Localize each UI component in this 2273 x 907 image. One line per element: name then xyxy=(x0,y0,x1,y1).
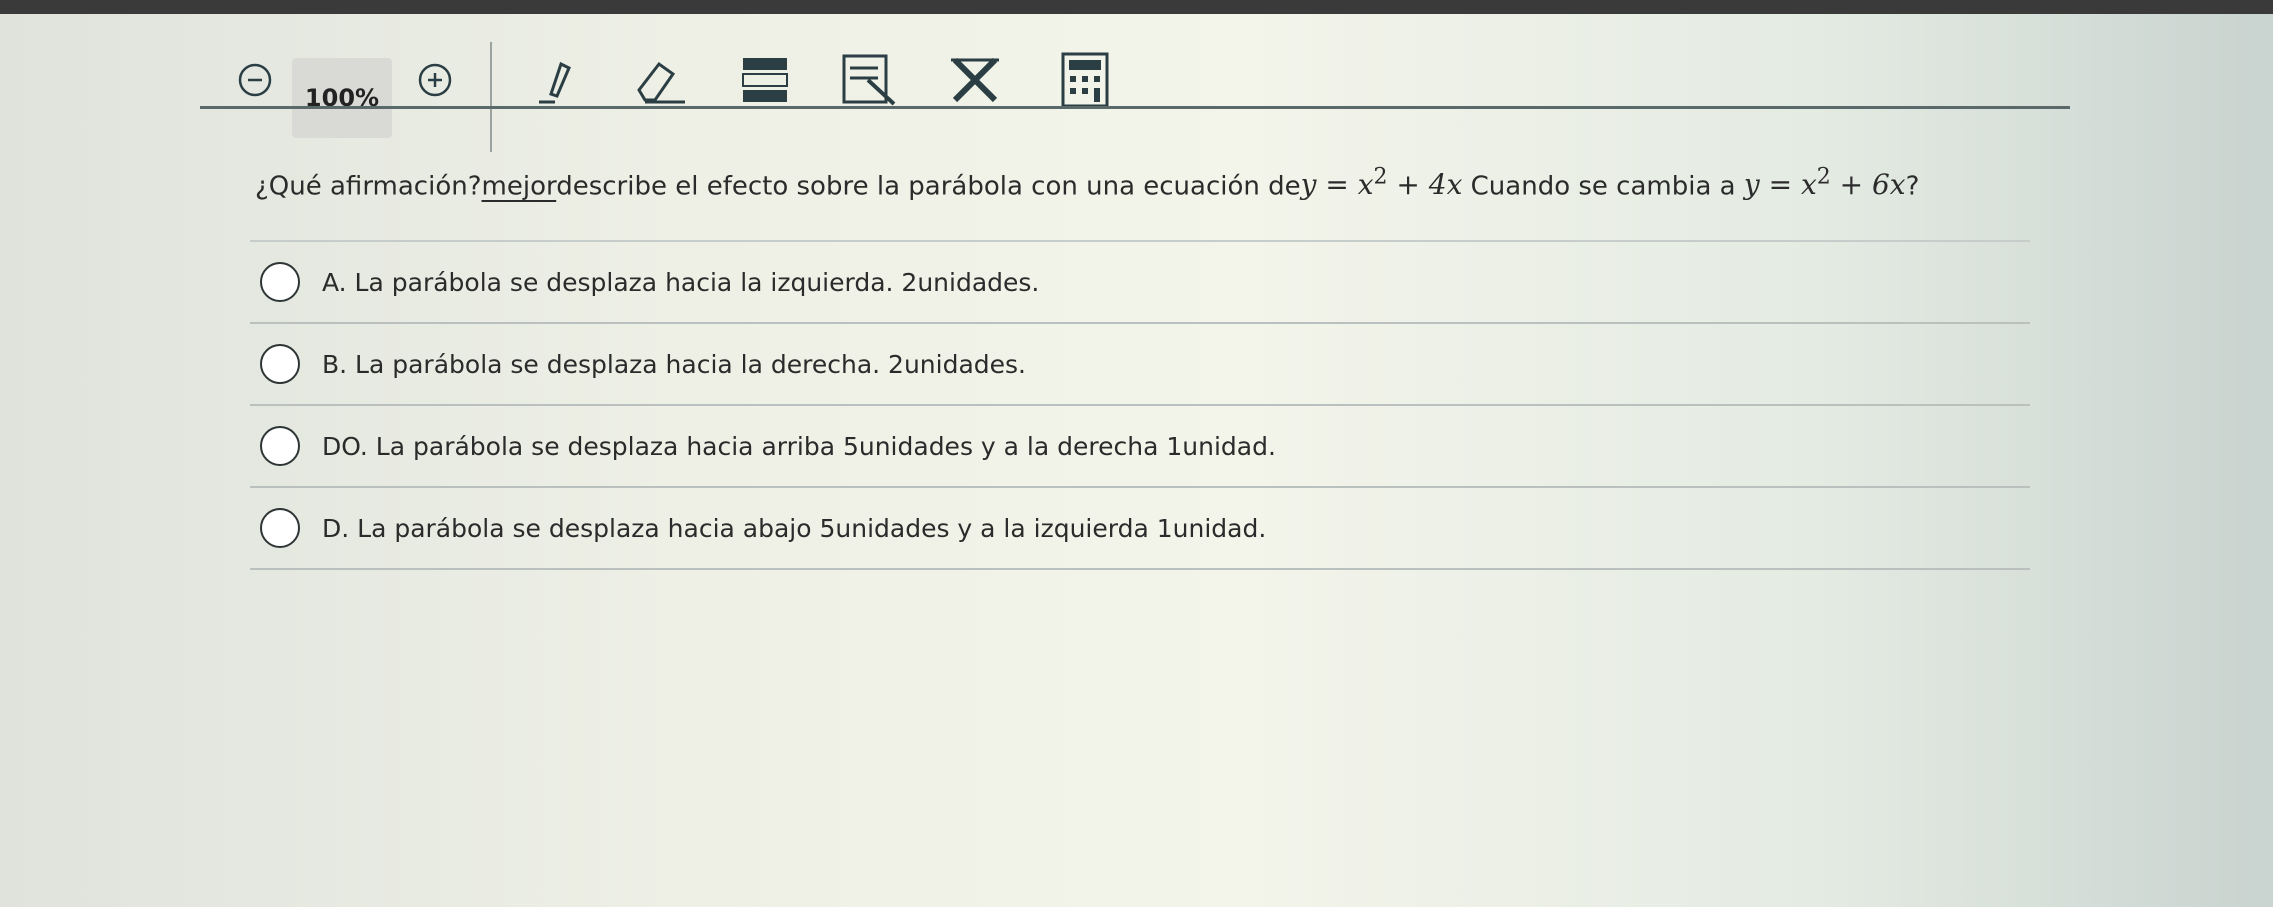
question-part2: mejor xyxy=(481,171,557,202)
pencil-button[interactable] xyxy=(520,30,590,130)
toolbar-separator xyxy=(490,42,492,152)
answer-option-label: B. La parábola se desplaza hacia la dere… xyxy=(322,349,1027,379)
radio-button[interactable] xyxy=(260,508,300,548)
question-part4: Cuando se cambia a xyxy=(1462,171,1736,202)
question-part3: describe el efecto sobre la parábola con… xyxy=(556,171,1301,202)
equation-1-tail: + 4x xyxy=(1387,168,1463,202)
question-text: ¿Qué afirmación?mejordescribe el efecto … xyxy=(255,165,2155,201)
answer-option-a[interactable]: A. La parábola se desplaza hacia la izqu… xyxy=(250,240,2030,324)
eraser-button[interactable] xyxy=(620,30,700,130)
answer-options: A. La parábola se desplaza hacia la izqu… xyxy=(250,240,2030,570)
zoom-level: 100% xyxy=(292,58,392,138)
answer-option-c[interactable]: DO. La parábola se desplaza hacia arriba… xyxy=(250,406,2030,488)
equation-2-exponent: 2 xyxy=(1816,165,1831,190)
answer-option-label: DO. La parábola se desplaza hacia arriba… xyxy=(322,431,1276,461)
equation-1-exponent: 2 xyxy=(1373,165,1388,190)
question-end: ? xyxy=(1905,171,1920,202)
answer-option-label: D. La parábola se desplaza hacia abajo 5… xyxy=(322,513,1267,543)
calculator-button[interactable] xyxy=(1050,30,1120,130)
cross-out-button[interactable] xyxy=(940,30,1010,130)
equation-2-base: y = x xyxy=(1743,168,1817,202)
equation-1-base: y = x xyxy=(1300,168,1374,202)
question-part1: ¿Qué afirmación? xyxy=(255,171,482,202)
equation-2-tail: + 6x xyxy=(1830,168,1906,202)
answer-option-label: A. La parábola se desplaza hacia la izqu… xyxy=(322,267,1040,297)
equation-1: y = x2 + 4x xyxy=(1300,165,1463,202)
toolbar-divider xyxy=(200,106,2070,109)
cross-out-icon xyxy=(951,57,999,103)
line-reader-icon xyxy=(742,58,788,102)
line-reader-button[interactable] xyxy=(730,30,800,130)
answer-option-b[interactable]: B. La parábola se desplaza hacia la dere… xyxy=(250,324,2030,406)
answer-masking-icon xyxy=(842,54,896,106)
eraser-icon xyxy=(637,61,685,104)
zoom-out-button[interactable] xyxy=(230,30,280,130)
answer-masking-button[interactable] xyxy=(830,30,910,130)
radio-button[interactable] xyxy=(260,426,300,466)
zoom-in-icon xyxy=(418,63,452,97)
answer-option-d[interactable]: D. La parábola se desplaza hacia abajo 5… xyxy=(250,488,2030,570)
zoom-in-button[interactable] xyxy=(410,30,460,130)
equation-2: y = x2 + 6x xyxy=(1743,165,1906,202)
radio-button[interactable] xyxy=(260,344,300,384)
radio-button[interactable] xyxy=(260,262,300,302)
zoom-out-icon xyxy=(238,63,272,97)
window-top-bar xyxy=(0,0,2273,14)
pencil-icon xyxy=(539,61,571,104)
calculator-icon xyxy=(1061,52,1109,108)
